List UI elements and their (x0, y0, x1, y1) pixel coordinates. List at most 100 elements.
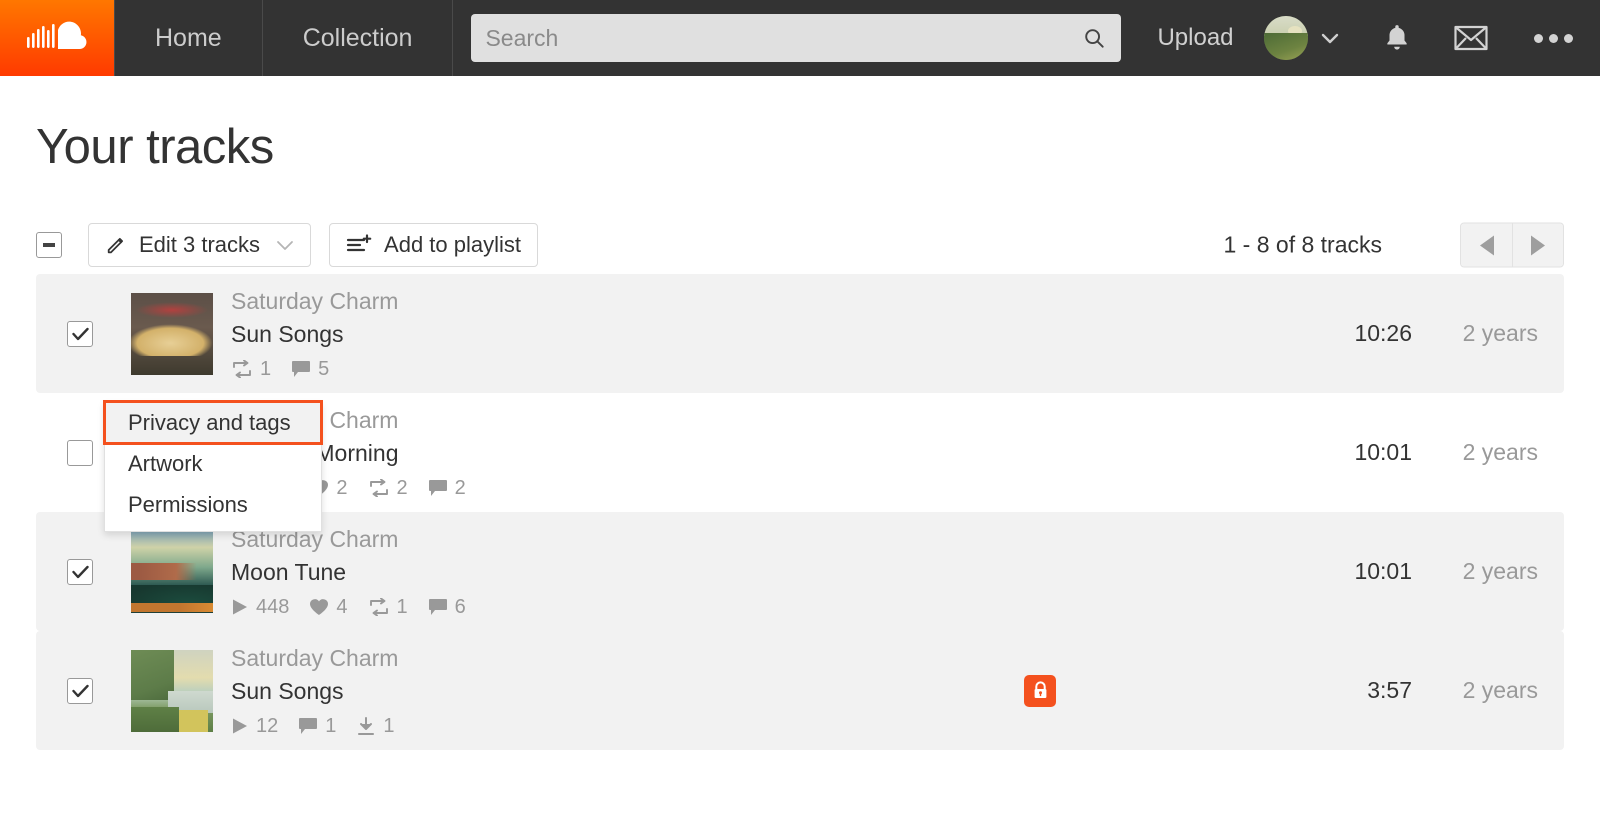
table-row[interactable]: Saturday Charm Sun Songs 12 1 1 3:57 2 y… (36, 631, 1564, 750)
upload-label: Upload (1157, 24, 1234, 51)
top-navigation-bar: Home Collection Upload (0, 0, 1600, 76)
stat-value: 1 (396, 595, 408, 618)
nav-item-home[interactable]: Home (114, 0, 263, 76)
heart-icon (310, 599, 329, 616)
stat-comment: 1 (298, 715, 336, 738)
track-select-checkbox[interactable] (67, 677, 93, 704)
private-track-badge (1024, 674, 1056, 707)
track-artist[interactable]: Saturday Charm (231, 286, 398, 316)
table-row[interactable]: Saturday Charm Sun Songs 1 5 10:26 2 yea… (36, 274, 1564, 393)
previous-page-icon[interactable] (1461, 223, 1512, 267)
artwork-detail (131, 563, 213, 580)
pagination-controls (1460, 222, 1564, 268)
next-page-icon[interactable] (1512, 223, 1563, 267)
track-age: 2 years (1462, 439, 1538, 465)
track-select-checkbox[interactable] (67, 439, 93, 466)
track-meta: Saturday Charm Moon Tune 448 4 1 6 (231, 524, 480, 619)
track-age: 2 years (1462, 677, 1538, 703)
edit-tracks-dropdown-menu: Privacy and tags Artwork Permissions (103, 400, 323, 532)
more-options-icon[interactable] (1533, 33, 1573, 43)
repost-icon (369, 598, 388, 617)
menu-item-privacy-and-tags[interactable]: Privacy and tags (103, 400, 323, 445)
track-artwork[interactable] (131, 530, 213, 613)
track-title[interactable]: Sun Songs (231, 676, 409, 706)
stat-value: 1 (260, 357, 272, 380)
artwork-detail (131, 323, 213, 357)
stat-value: 12 (256, 714, 279, 737)
check-icon (71, 565, 89, 578)
stat-value: 2 (454, 476, 466, 499)
stat-repost: 1 (368, 596, 408, 619)
menu-item-label: Artwork (128, 450, 203, 476)
track-stats: 448 4 1 6 (231, 596, 480, 619)
stat-value: 1 (383, 714, 395, 737)
pencil-icon (107, 237, 124, 254)
stat-plays: 448 (231, 596, 289, 619)
chevron-down-icon[interactable] (1320, 32, 1340, 45)
artwork-detail (131, 300, 213, 319)
stat-comment: 6 (428, 596, 466, 619)
upload-link[interactable]: Upload (1157, 24, 1233, 52)
track-select-checkbox[interactable] (67, 320, 93, 347)
repost-icon (369, 479, 388, 498)
page-title: Your tracks (36, 120, 274, 174)
track-artist[interactable]: Saturday Charm (231, 643, 409, 673)
track-duration: 10:26 (1354, 320, 1412, 346)
stat-plays: 12 (231, 715, 278, 738)
add-to-playlist-button[interactable]: Add to playlist (329, 223, 539, 267)
more-dot (1533, 33, 1543, 43)
track-duration: 10:01 (1354, 558, 1412, 584)
more-dot (1563, 33, 1573, 43)
messages-envelope-icon[interactable] (1453, 25, 1488, 51)
track-artwork[interactable] (131, 649, 213, 732)
add-to-playlist-label: Add to playlist (384, 232, 522, 257)
stat-value: 448 (256, 595, 290, 618)
comment-icon (428, 599, 447, 616)
stat-value: 1 (325, 714, 337, 737)
notifications-bell-icon[interactable] (1384, 23, 1410, 53)
comment-icon (428, 480, 447, 497)
track-artwork[interactable] (131, 292, 213, 375)
download-icon (358, 716, 375, 735)
soundcloud-logo[interactable] (0, 0, 114, 76)
page-content: Your tracks Edit 3 tracks Add to playlis… (0, 119, 1600, 750)
edit-tracks-label: Edit 3 tracks (139, 232, 261, 257)
stat-comment: 5 (291, 358, 329, 381)
edit-tracks-button[interactable]: Edit 3 tracks (88, 223, 312, 267)
track-select-checkbox[interactable] (67, 558, 93, 585)
comment-icon (292, 361, 311, 378)
menu-item-artwork[interactable]: Artwork (105, 443, 321, 484)
menu-item-label: Permissions (128, 491, 248, 517)
select-all-checkbox[interactable] (36, 232, 62, 258)
track-duration: 10:01 (1354, 439, 1412, 465)
track-title[interactable]: Moon Tune (231, 557, 480, 587)
stat-downloads: 1 (356, 714, 395, 738)
menu-item-permissions[interactable]: Permissions (105, 484, 321, 525)
play-icon (233, 599, 247, 615)
stat-value: 2 (336, 476, 348, 499)
nav-item-collection[interactable]: Collection (263, 0, 454, 76)
stat-value: 2 (396, 476, 408, 499)
more-dot (1548, 33, 1558, 43)
search-input[interactable] (471, 14, 1122, 62)
avatar[interactable] (1263, 16, 1308, 60)
search-box[interactable] (471, 14, 1122, 62)
stat-repost: 2 (368, 477, 408, 500)
track-age: 2 years (1462, 558, 1538, 584)
bulk-actions-toolbar: Edit 3 tracks Add to playlist 1 - 8 of 8… (36, 222, 1564, 268)
left-triangle (1479, 235, 1494, 255)
nav-item-home-label: Home (155, 23, 222, 52)
track-meta: Saturday Charm Sun Songs 12 1 1 (231, 643, 409, 738)
stat-likes: 4 (309, 596, 348, 619)
track-duration: 3:57 (1367, 677, 1412, 703)
track-stats: 12 1 1 (231, 715, 409, 738)
menu-item-label: Privacy and tags (128, 409, 291, 435)
track-stats: 1 5 (231, 358, 398, 381)
play-icon (233, 718, 247, 734)
right-triangle (1531, 235, 1545, 255)
search-icon[interactable] (1077, 21, 1111, 55)
avatar-hill (1263, 32, 1308, 60)
track-title[interactable]: Sun Songs (231, 319, 398, 349)
chevron-down-icon (276, 240, 294, 251)
repost-icon (233, 360, 251, 379)
